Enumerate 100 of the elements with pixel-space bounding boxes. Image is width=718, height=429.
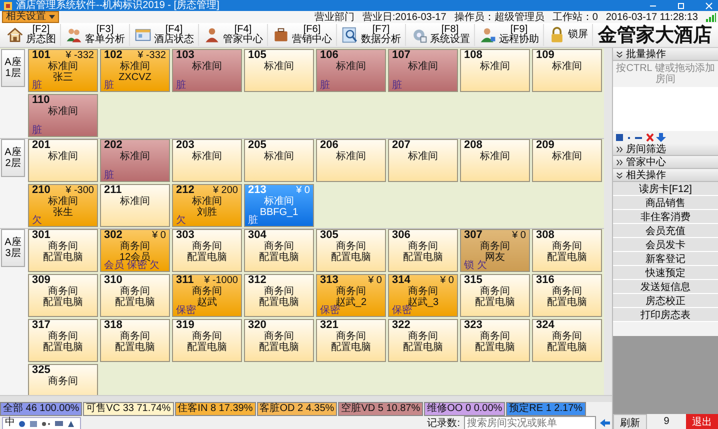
room-tile[interactable]: 315 商务间 配置电脑 — [460, 274, 530, 317]
action-button[interactable]: 读房卡[F12] — [613, 182, 718, 196]
toolbar-button[interactable]: [F2] 房态图 — [2, 24, 61, 46]
room-type: 标准间 — [119, 196, 151, 207]
room-tile[interactable]: 101 ¥ -332 标准间 张三 脏 — [28, 49, 98, 92]
toolbar-button[interactable]: [F8] 系统设置 — [406, 24, 475, 46]
room-tile[interactable]: 212 ¥ 200 标准间 刘胜 欠 — [172, 184, 242, 227]
action-button[interactable]: 发送短信息 — [613, 280, 718, 294]
room-tile[interactable]: 307 ¥ 0 商务间 网友 锁 欠 — [460, 229, 530, 272]
floor-button[interactable]: A座 3层 — [1, 229, 25, 267]
room-type: 标准间 — [551, 61, 583, 72]
toolbar-button[interactable]: [F7] 数据分析 — [337, 24, 406, 46]
toolbar-button[interactable]: [F3] 客单分析 — [61, 24, 130, 46]
section-header[interactable]: 批量操作 — [613, 48, 718, 61]
room-tile[interactable]: 103 标准间 脏 — [172, 49, 242, 92]
action-button[interactable]: 打印房态表 — [613, 308, 718, 322]
room-number: 313 — [320, 275, 338, 286]
room-tile[interactable]: 304 商务间 配置电脑 — [244, 229, 314, 272]
toolbar-button[interactable]: 锁屏 — [544, 24, 593, 46]
room-tile[interactable]: 319 商务间 配置电脑 — [172, 319, 242, 362]
room-tile[interactable]: 321 商务间 配置电脑 — [316, 319, 386, 362]
status-count[interactable]: 客脏OD 2 4.35% — [256, 402, 338, 416]
maximize-icon[interactable] — [676, 2, 686, 10]
toolbar-button[interactable]: [F4] 酒店状态 — [130, 24, 199, 46]
room-tile[interactable]: 303 商务间 配置电脑 — [172, 229, 242, 272]
status-count[interactable]: 预定RE 1 2.17% — [506, 402, 586, 416]
toolbar-button[interactable]: [F9] 远程协助 — [475, 24, 544, 46]
room-tile[interactable]: 309 商务间 配置电脑 — [28, 274, 98, 317]
room-tile[interactable]: 324 商务间 配置电脑 — [532, 319, 602, 362]
status-count[interactable]: 可售VC 33 71.74% — [83, 402, 174, 416]
floor-button[interactable]: A座 2层 — [1, 139, 25, 177]
arrow-left-icon[interactable] — [600, 418, 610, 428]
room-number: 304 — [248, 230, 266, 241]
search-field[interactable]: 搜索房间实况或账单 — [464, 416, 596, 429]
room-tile[interactable]: 201 标准间 — [28, 139, 98, 182]
action-button[interactable]: 非住客消费 — [613, 210, 718, 224]
room-tile[interactable]: 206 标准间 — [316, 139, 386, 182]
section-header[interactable]: 管家中心 — [613, 156, 718, 169]
action-button[interactable]: 会员发卡 — [613, 238, 718, 252]
action-button[interactable]: 房态校正 — [613, 294, 718, 308]
room-tile[interactable]: 107 标准间 脏 — [388, 49, 458, 92]
status-count[interactable]: 全部 46 100.00% — [0, 402, 82, 416]
room-tile[interactable]: 310 商务间 配置电脑 — [100, 274, 170, 317]
close-icon[interactable] — [704, 2, 714, 10]
room-tile[interactable]: 105 标准间 — [244, 49, 314, 92]
room-tile[interactable]: 205 标准间 — [244, 139, 314, 182]
room-detail: 配置电脑 — [186, 252, 228, 263]
room-tile[interactable]: 322 商务间 配置电脑 — [388, 319, 458, 362]
status-count[interactable]: 维修OO 0 0.00% — [424, 402, 506, 416]
room-status-text: 脏 — [176, 81, 186, 91]
settings-menu[interactable]: 相关设置 — [2, 11, 59, 23]
room-tile[interactable]: 312 商务间 配置电脑 — [244, 274, 314, 317]
exit-button[interactable]: 退出 — [686, 414, 718, 429]
action-button[interactable]: 会员充值 — [613, 224, 718, 238]
room-type: 商务间 — [47, 376, 79, 387]
floor-button[interactable]: A座 1层 — [1, 49, 25, 87]
room-tile[interactable]: 305 商务间 配置电脑 — [316, 229, 386, 272]
action-button[interactable]: 快速预定 — [613, 266, 718, 280]
status-count[interactable]: 住客IN 8 17.39% — [174, 402, 256, 416]
room-tile[interactable]: 306 商务间 配置电脑 — [388, 229, 458, 272]
status-count[interactable]: 空脏VD 5 10.87% — [338, 402, 424, 416]
vertical-scrollbar[interactable] — [604, 48, 612, 395]
room-tile[interactable]: 102 ¥ -332 标准间 ZXCVZ 脏 — [100, 49, 170, 92]
room-tile[interactable]: 317 商务间 配置电脑 — [28, 319, 98, 362]
horizontal-scrollbar[interactable] — [0, 395, 612, 402]
room-tile[interactable]: 109 标准间 — [532, 49, 602, 92]
room-tile[interactable]: 209 标准间 — [532, 139, 602, 182]
room-tile[interactable]: 207 标准间 — [388, 139, 458, 182]
section-header[interactable]: 相关操作 — [613, 169, 718, 182]
room-tile[interactable]: 308 商务间 配置电脑 — [532, 229, 602, 272]
room-tile[interactable]: 106 标准间 脏 — [316, 49, 386, 92]
section-header[interactable]: 房间筛选 — [613, 143, 718, 156]
refresh-button[interactable]: 刷新 — [613, 414, 647, 429]
room-tile[interactable]: 320 商务间 配置电脑 — [244, 319, 314, 362]
room-detail: 配置电脑 — [402, 252, 444, 263]
room-tile[interactable]: 208 标准间 — [460, 139, 530, 182]
room-tile[interactable]: 203 标准间 — [172, 139, 242, 182]
room-tile[interactable]: 108 标准间 — [460, 49, 530, 92]
room-tile[interactable]: 110 标准间 脏 — [28, 94, 98, 137]
room-tile[interactable]: 323 商务间 配置电脑 — [460, 319, 530, 362]
toolbar-button[interactable]: [F4] 管家中心 — [199, 24, 268, 46]
room-tile[interactable]: 213 ¥ 0 标准间 BBFG_1 脏 — [244, 184, 314, 227]
room-tile[interactable]: 202 标准间 脏 — [100, 139, 170, 182]
room-tile[interactable]: 313 ¥ 0 商务间 赵武_2 保密 — [316, 274, 386, 317]
room-tile[interactable]: 211 标准间 — [100, 184, 170, 227]
room-detail: BBFG_1 — [258, 207, 300, 218]
room-tile[interactable]: 318 商务间 配置电脑 — [100, 319, 170, 362]
room-tile[interactable]: 316 商务间 配置电脑 — [532, 274, 602, 317]
room-tile[interactable]: 311 ¥ -1000 商务间 赵武 保密 — [172, 274, 242, 317]
toolbar-button[interactable]: [F6] 营销中心 — [268, 24, 337, 46]
caret-icon — [49, 15, 55, 19]
room-balance: ¥ 0 — [296, 185, 310, 196]
action-button[interactable]: 商品销售 — [613, 196, 718, 210]
room-detail: 刘胜 — [196, 207, 218, 218]
room-tile[interactable]: 301 商务间 配置电脑 — [28, 229, 98, 272]
room-tile[interactable]: 325 商务间 — [28, 364, 98, 395]
room-tile[interactable]: 314 ¥ 0 商务间 赵武_3 保密 — [388, 274, 458, 317]
ime-toolbar[interactable]: 中 — [2, 416, 81, 429]
action-button[interactable]: 新客登记 — [613, 252, 718, 266]
room-tile[interactable]: 210 ¥ -300 标准间 张生 欠 — [28, 184, 98, 227]
